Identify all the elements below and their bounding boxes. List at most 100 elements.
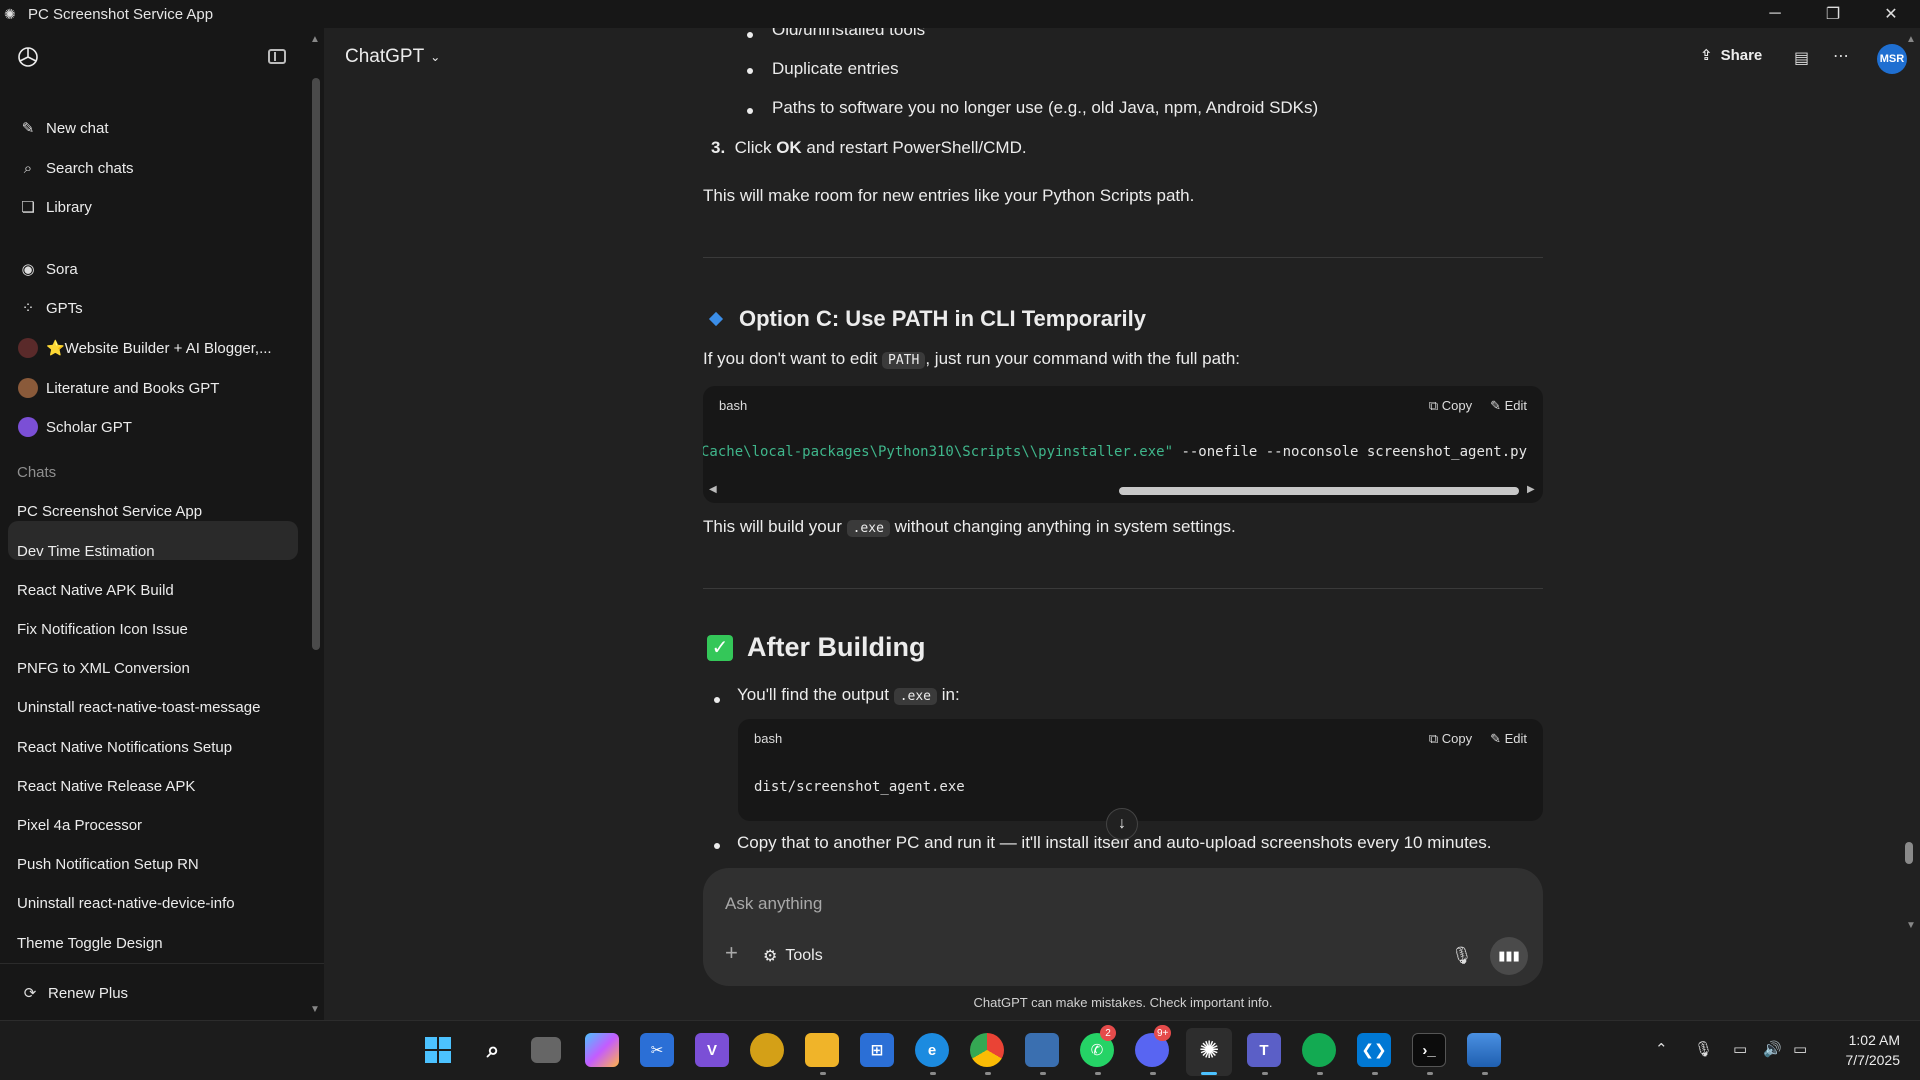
task-view-icon[interactable] — [531, 1037, 561, 1063]
edit-button[interactable]: ✎ Edit — [1490, 398, 1527, 414]
scholar-avatar — [18, 417, 38, 437]
sidebar-toggle-icon[interactable] — [268, 49, 286, 64]
close-icon[interactable]: ✕ — [1862, 0, 1920, 28]
search-icon[interactable]: ⌕ — [476, 1033, 510, 1067]
running-indicator — [1427, 1072, 1433, 1075]
scroll-to-bottom-button[interactable]: ↓ — [1106, 808, 1138, 840]
file-explorer-icon[interactable] — [805, 1033, 839, 1067]
gpts-icon: ⁘ — [21, 300, 35, 317]
scroll-up-icon[interactable]: ▲ — [310, 34, 320, 45]
sidebar-item-sora[interactable]: ◉ Sora — [18, 253, 78, 285]
chatgpt-logo-icon[interactable] — [16, 45, 40, 69]
chat-item[interactable]: Pixel 4a Processor — [17, 817, 142, 834]
copy-button[interactable]: ⧉ Copy — [1429, 398, 1472, 414]
battery-icon[interactable]: ▭ — [1793, 1040, 1807, 1058]
paragraph: This will build your .exe without changi… — [703, 517, 1236, 537]
app-logo-icon: ✺ — [4, 6, 16, 22]
sidebar-item-label: Sora — [46, 260, 78, 278]
text-segment: , just run your command with the full pa… — [925, 349, 1240, 368]
chatgpt-icon[interactable]: ✺ — [1192, 1033, 1226, 1067]
chat-item[interactable]: React Native Release APK — [17, 778, 195, 795]
chats-heading: Chats — [17, 464, 57, 481]
chat-item[interactable]: Theme Toggle Design — [17, 935, 163, 952]
plus-icon[interactable]: + — [725, 940, 738, 966]
volume-icon[interactable]: 🔊 — [1763, 1040, 1782, 1058]
edit-button[interactable]: ✎ Edit — [1490, 731, 1527, 747]
chat-item[interactable]: Dev Time Estimation — [17, 543, 155, 560]
sidebar-item-library[interactable]: ❏ Library — [18, 191, 92, 223]
more-options-icon[interactable]: ⋯ — [1833, 46, 1849, 66]
clock[interactable]: 1:02 AM 7/7/2025 — [1830, 1030, 1901, 1070]
chat-item[interactable]: PC Screenshot Service App — [17, 503, 202, 520]
sidebar-item-literature-gpt[interactable]: Literature and Books GPT — [18, 372, 219, 404]
running-indicator — [1040, 1072, 1046, 1075]
code-actions: ⧉ Copy ✎ Edit — [1429, 398, 1527, 414]
window-titlebar: ✺ PC Screenshot Service App ─ ❐ ✕ — [0, 0, 1920, 28]
text-segment: You'll find the output — [737, 685, 894, 704]
microphone-icon[interactable]: 🎙 — [1451, 946, 1473, 966]
chat-item[interactable]: Push Notification Setup RN — [17, 856, 199, 873]
sidebar-item-scholar-gpt[interactable]: Scholar GPT — [18, 411, 132, 443]
scroll-up-icon[interactable]: ▲ — [1906, 34, 1916, 45]
step-text-pre: Click — [734, 138, 777, 157]
teams-icon[interactable]: T — [1247, 1033, 1281, 1067]
visual-studio-icon[interactable]: V — [695, 1033, 729, 1067]
code-line: dist/screenshot_agent.exe — [754, 779, 965, 795]
mongodb-icon[interactable] — [1302, 1033, 1336, 1067]
chat-item[interactable]: PNFG to XML Conversion — [17, 660, 190, 677]
disclaimer: ChatGPT can make mistakes. Check importa… — [973, 995, 1273, 1010]
voice-mode-button[interactable]: ▮▮▮ — [1490, 937, 1528, 975]
edit-label: Edit — [1504, 398, 1527, 413]
share-button[interactable]: ⇪ Share — [1700, 46, 1762, 65]
vscode-icon[interactable]: ❮❯ — [1357, 1033, 1391, 1067]
step-text-post: and restart PowerShell/CMD. — [801, 138, 1027, 157]
renew-plus-button[interactable]: ⟳ Renew Plus — [20, 977, 128, 1009]
snipping-icon[interactable]: ✂ — [640, 1033, 674, 1067]
sidebar-item-new-chat[interactable]: ✎ New chat — [18, 112, 109, 144]
divider — [703, 588, 1543, 589]
sidebar-item-label: ⭐Website Builder + AI Blogger,... — [46, 340, 272, 357]
start-icon[interactable] — [421, 1033, 455, 1067]
sora-icon: ◉ — [21, 261, 35, 278]
chrome-canary-icon[interactable] — [750, 1033, 784, 1067]
sidebar-item-gpts[interactable]: ⁘ GPTs — [18, 292, 83, 324]
chevron-up-icon[interactable]: ⌃ — [1655, 1040, 1668, 1058]
canvas-icon[interactable]: ▤ — [1794, 48, 1809, 68]
prompt-input[interactable] — [725, 890, 1325, 918]
chrome-icon[interactable] — [970, 1033, 1004, 1067]
renew-icon: ⟳ — [23, 985, 37, 1002]
taskbar: ⌕ ✂ V ⊞ e ✆ 2 9+ ✺ T ❮❯ ›_ — [0, 1020, 1920, 1080]
scroll-right-icon[interactable]: ▶ — [1527, 484, 1535, 495]
avatar[interactable]: MSR — [1877, 44, 1907, 74]
store-icon[interactable]: ⊞ — [860, 1033, 894, 1067]
chat-item[interactable]: Uninstall react-native-toast-message — [17, 699, 260, 716]
copy-button[interactable]: ⧉ Copy — [1429, 731, 1472, 747]
sidebar-item-website-builder[interactable]: ⭐Website Builder + AI Blogger,... — [18, 332, 272, 364]
tools-button[interactable]: ⚙ Tools — [763, 946, 823, 966]
running-indicator — [1262, 1072, 1268, 1075]
discord-badge: 9+ — [1154, 1025, 1172, 1041]
chat-item[interactable]: Fix Notification Icon Issue — [17, 621, 188, 638]
terminal-icon[interactable]: ›_ — [1412, 1033, 1446, 1067]
restore-icon[interactable]: ❐ — [1804, 0, 1862, 28]
scroll-down-icon[interactable]: ▼ — [1906, 920, 1916, 931]
sidebar: ✎ New chat ⌕ Search chats ❏ Library ◉ So… — [0, 28, 324, 1020]
chat-item[interactable]: React Native APK Build — [17, 582, 174, 599]
sidebar-scrollbar[interactable] — [312, 78, 320, 650]
edge-icon[interactable]: e — [915, 1033, 949, 1067]
scroll-down-icon[interactable]: ▼ — [310, 1004, 320, 1015]
chat-item[interactable]: React Native Notifications Setup — [17, 739, 232, 756]
copilot-icon[interactable] — [585, 1033, 619, 1067]
running-indicator — [1482, 1072, 1488, 1075]
minimize-icon[interactable]: ─ — [1746, 0, 1804, 28]
chat-item[interactable]: Uninstall react-native-device-info — [17, 895, 235, 912]
remote-desktop-icon[interactable] — [1025, 1033, 1059, 1067]
code-scrollbar[interactable] — [1119, 487, 1519, 495]
main-scrollbar[interactable] — [1905, 842, 1913, 864]
microphone-icon[interactable]: 🎙 — [1694, 1040, 1713, 1058]
scroll-left-icon[interactable]: ◀ — [709, 484, 717, 495]
sidebar-item-search-chats[interactable]: ⌕ Search chats — [18, 152, 134, 184]
network-icon[interactable]: ▭ — [1733, 1040, 1747, 1058]
model-selector[interactable]: ChatGPT ⌄ — [345, 46, 440, 68]
photos-icon[interactable] — [1467, 1033, 1501, 1067]
